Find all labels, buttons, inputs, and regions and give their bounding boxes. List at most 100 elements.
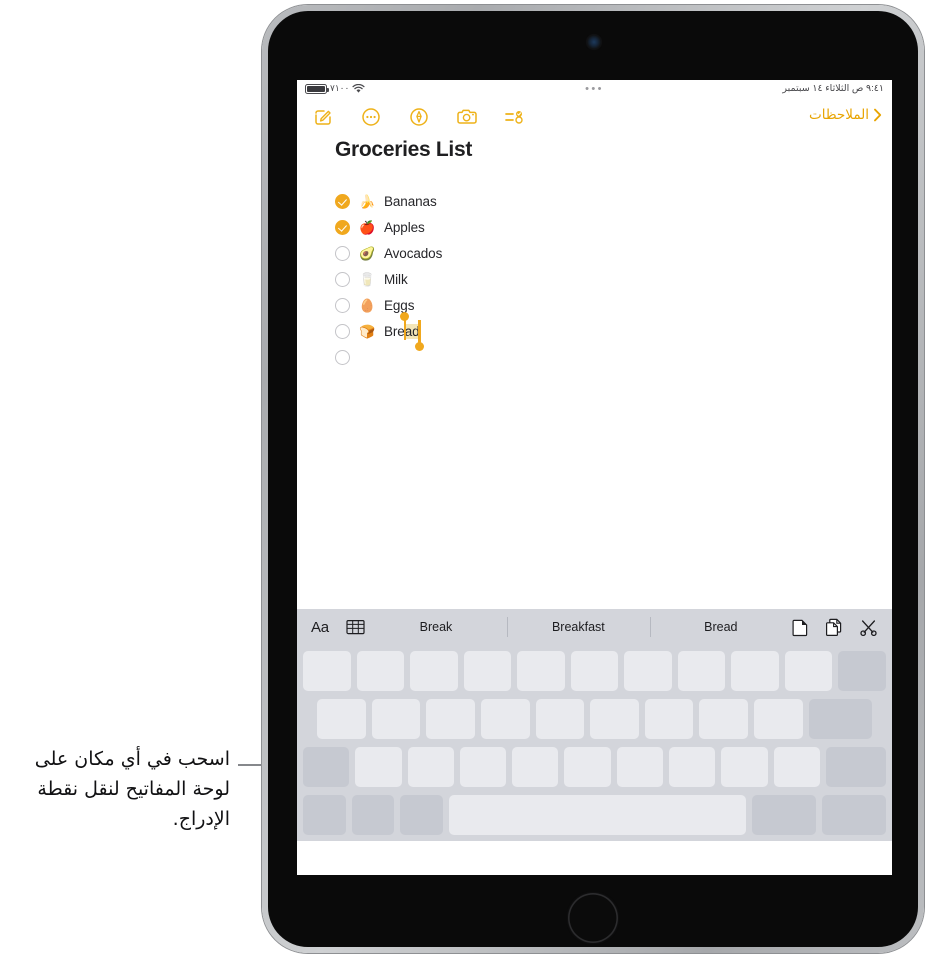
key[interactable] — [459, 747, 507, 787]
key[interactable] — [407, 747, 454, 787]
list-item[interactable]: 🍌 Bananas — [335, 188, 665, 214]
camera-icon[interactable] — [455, 105, 479, 129]
checkbox-unchecked[interactable] — [335, 245, 350, 261]
key[interactable] — [356, 651, 405, 691]
key[interactable] — [317, 699, 366, 739]
key[interactable] — [410, 651, 458, 691]
key[interactable] — [564, 747, 611, 787]
key-delete[interactable] — [838, 651, 887, 691]
list-item-label: Eggs — [384, 297, 415, 313]
front-camera-icon — [587, 35, 601, 49]
key-globe[interactable] — [351, 795, 395, 835]
list-item-label: Bre ad — [384, 311, 425, 351]
checkbox-checked[interactable] — [335, 193, 350, 209]
note-toolbar-icons — [311, 105, 527, 129]
keyboard-row — [297, 649, 892, 693]
key-emoji[interactable] — [400, 795, 443, 835]
list-item-label-prefix: Bre — [384, 323, 405, 339]
key[interactable] — [570, 651, 619, 691]
selection-handle-start[interactable] — [400, 311, 410, 321]
key-shift-right[interactable] — [825, 747, 886, 787]
copy-icon[interactable] — [825, 618, 843, 637]
key[interactable] — [699, 699, 749, 739]
checkbox-unchecked[interactable] — [335, 323, 350, 339]
key[interactable] — [773, 747, 820, 787]
list-item-label: Milk — [384, 271, 408, 287]
list-item-selected[interactable]: 🍞 Bre ad — [335, 311, 665, 351]
screenshot-root: اسحب في أي مكان على لوحة المفاتيح لنقل ن… — [0, 0, 928, 958]
key[interactable] — [480, 699, 530, 739]
list-item-label: Apples — [384, 219, 425, 235]
checkbox-unchecked[interactable] — [335, 349, 350, 365]
key[interactable] — [668, 747, 716, 787]
selection-bar-end — [418, 319, 421, 344]
checklist-icon[interactable] — [503, 105, 527, 129]
key[interactable] — [371, 699, 421, 739]
list-item[interactable]: 🥚 Eggs — [335, 292, 665, 318]
egg-icon: 🥚 — [359, 297, 376, 313]
predictive-bar-left: Aa — [297, 619, 365, 636]
suggestion-1[interactable]: Breakfast — [507, 609, 649, 645]
list-item-label: Avocados — [384, 245, 443, 261]
paste-icon[interactable] — [792, 618, 809, 637]
status-bar: ٧١٠٠ ••• ٩:٤١ ص الثلاثاء ١٤ سبتمبر — [297, 80, 892, 100]
key[interactable] — [463, 651, 512, 691]
key[interactable] — [616, 747, 663, 787]
list-item[interactable]: 🍎 Apples — [335, 214, 665, 240]
apple-icon: 🍎 — [359, 219, 376, 235]
list-item[interactable]: 🥑 Avocados — [335, 240, 665, 266]
checkbox-unchecked[interactable] — [335, 297, 350, 313]
key[interactable] — [644, 699, 694, 739]
onscreen-keyboard[interactable] — [297, 645, 892, 841]
key-dismiss-keyboard[interactable] — [822, 795, 886, 835]
checklist: 🍌 Bananas 🍎 Apples 🥑 Avocados 🥛 Milk 🥚 E… — [335, 188, 665, 370]
avocado-icon: 🥑 — [359, 245, 376, 261]
list-item-label: Bananas — [384, 193, 437, 209]
bread-icon: 🍞 — [359, 323, 376, 339]
list-item-empty[interactable] — [335, 344, 665, 370]
cut-icon[interactable] — [859, 619, 878, 636]
table-icon[interactable] — [346, 619, 365, 635]
format-text-button[interactable]: Aa — [311, 619, 329, 636]
markup-icon[interactable] — [407, 105, 431, 129]
key-numbers[interactable] — [303, 795, 346, 835]
callout-text: اسحب في أي مكان على لوحة المفاتيح لنقل ن… — [34, 748, 230, 830]
suggestion-2[interactable]: Bread — [649, 609, 792, 645]
key[interactable] — [624, 651, 672, 691]
list-item[interactable]: 🥛 Milk — [335, 266, 665, 292]
compose-icon[interactable] — [311, 105, 335, 129]
back-to-notes-button[interactable]: الملاحظات — [809, 107, 882, 123]
key-shift-left[interactable] — [303, 747, 350, 787]
back-to-notes-label: الملاحظات — [809, 107, 869, 122]
banana-icon: 🍌 — [359, 193, 376, 209]
key[interactable] — [731, 651, 779, 691]
key-return[interactable] — [808, 699, 872, 739]
key[interactable] — [512, 747, 559, 787]
key[interactable] — [426, 699, 475, 739]
more-icon[interactable] — [359, 105, 383, 129]
key[interactable] — [303, 651, 351, 691]
key-numbers-right[interactable] — [752, 795, 817, 835]
checkbox-checked[interactable] — [335, 219, 350, 235]
key[interactable] — [590, 699, 639, 739]
key[interactable] — [517, 651, 565, 691]
key[interactable] — [784, 651, 833, 691]
selected-text: ad — [404, 323, 420, 339]
text-selection[interactable]: ad — [400, 311, 425, 351]
keyboard-bottom-gap — [297, 841, 892, 875]
status-bar-datetime: ٩:٤١ ص الثلاثاء ١٤ سبتمبر — [782, 83, 884, 94]
keyboard-row — [297, 697, 892, 741]
keyboard-row — [297, 745, 892, 789]
key[interactable] — [754, 699, 803, 739]
key[interactable] — [355, 747, 402, 787]
home-button[interactable] — [568, 893, 618, 943]
key[interactable] — [721, 747, 768, 787]
ipad-screen: ٧١٠٠ ••• ٩:٤١ ص الثلاثاء ١٤ سبتمبر الملا… — [297, 80, 892, 875]
suggestion-0[interactable]: Break — [365, 609, 507, 645]
key[interactable] — [677, 651, 726, 691]
checkbox-unchecked[interactable] — [335, 271, 350, 287]
predictive-text-bar: Aa Break Breakfast Bread — [297, 609, 892, 645]
keyboard-row — [297, 793, 892, 837]
key-space[interactable] — [448, 795, 747, 835]
key[interactable] — [535, 699, 585, 739]
